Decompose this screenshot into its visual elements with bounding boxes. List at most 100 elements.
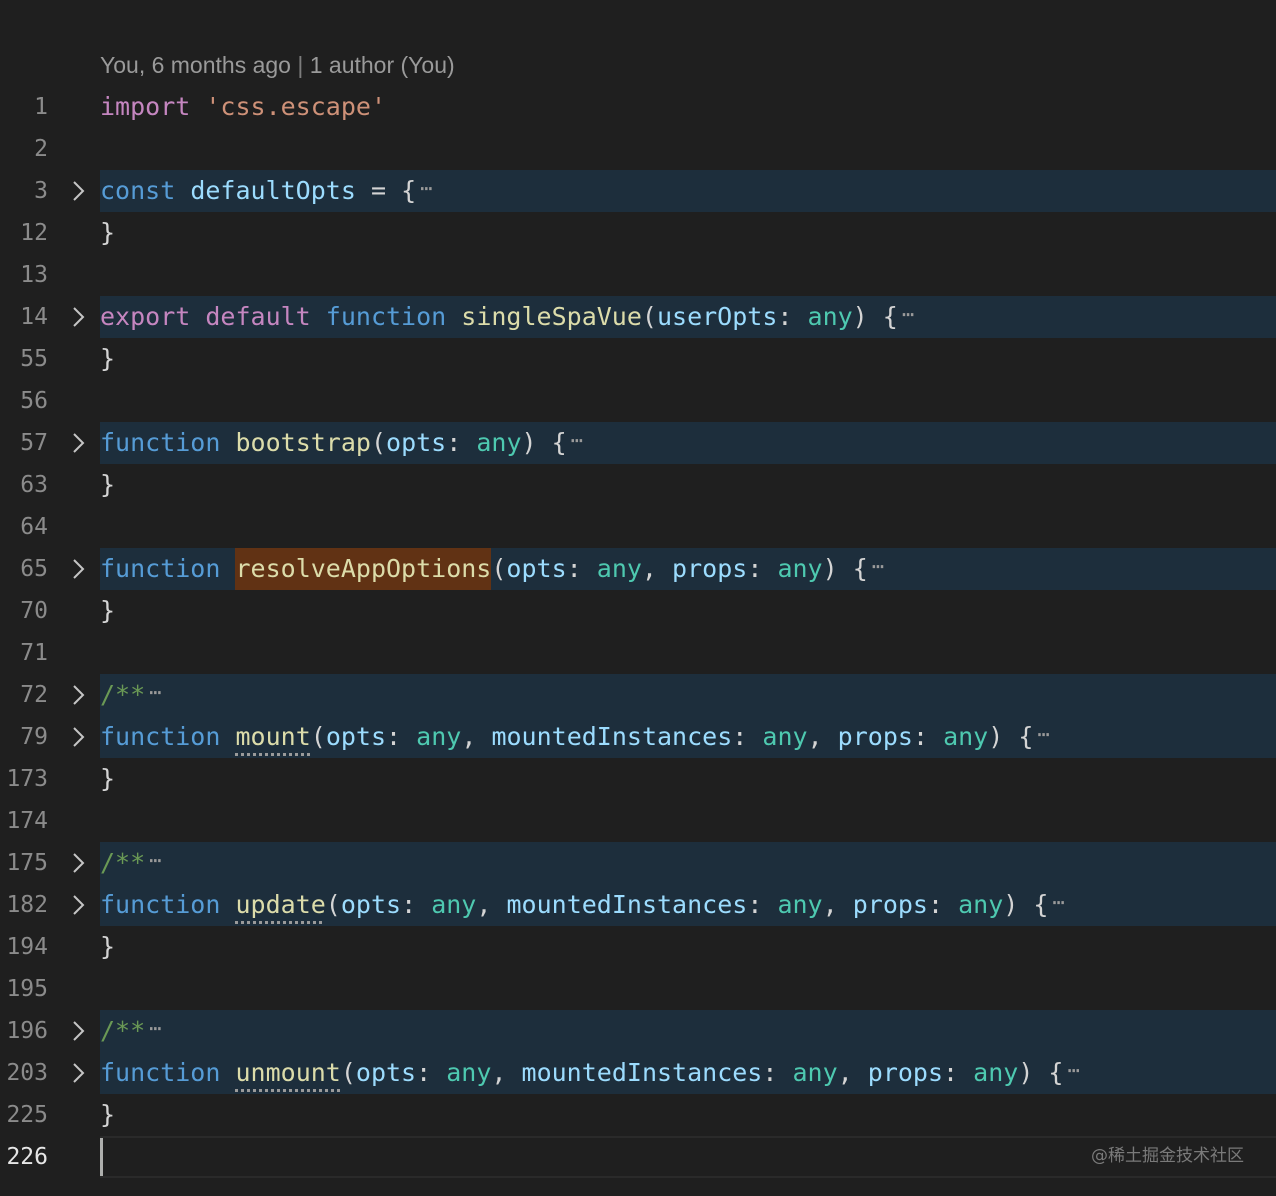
folded-ellipsis[interactable]: ⋯: [149, 1016, 162, 1040]
folded-code-line[interactable]: 72 /** ⋯: [0, 674, 1276, 716]
parameter-token: props: [672, 554, 748, 583]
chevron-right-icon[interactable]: [66, 884, 90, 926]
code-line[interactable]: 174: [0, 800, 1276, 842]
function-name-token: bootstrap: [235, 428, 371, 457]
chevron-right-icon[interactable]: [66, 674, 90, 716]
punctuation-token: :: [747, 890, 763, 919]
code-line[interactable]: 55 }: [0, 338, 1276, 380]
folded-ellipsis[interactable]: ⋯: [571, 428, 584, 452]
punctuation-token: :: [732, 722, 748, 751]
keyword-token: function: [100, 554, 221, 583]
folded-ellipsis[interactable]: ⋯: [872, 554, 885, 578]
chevron-right-icon[interactable]: [66, 422, 90, 464]
folded-ellipsis[interactable]: ⋯: [1052, 890, 1065, 914]
folded-ellipsis[interactable]: ⋯: [149, 848, 162, 872]
folded-ellipsis[interactable]: ⋯: [1037, 722, 1050, 746]
folded-code-line[interactable]: 65 function resolveAppOptions(opts: any,…: [0, 548, 1276, 590]
punctuation-token: (: [641, 302, 657, 331]
line-number: 182: [6, 892, 48, 918]
code-line[interactable]: 194 }: [0, 926, 1276, 968]
punctuation-token: :: [943, 1058, 959, 1087]
code-text: const defaultOpts = {⋯: [100, 170, 433, 212]
punctuation-token: :: [386, 722, 402, 751]
folded-code-line[interactable]: 196 /** ⋯: [0, 1010, 1276, 1052]
line-number: 175: [6, 850, 48, 876]
line-number: 70: [20, 598, 48, 624]
code-line[interactable]: 63 }: [0, 464, 1276, 506]
punctuation-token: (: [370, 428, 387, 457]
code-line[interactable]: 2: [0, 128, 1276, 170]
keyword-token: function: [100, 722, 221, 751]
line-number: 63: [20, 472, 48, 498]
folded-code-line[interactable]: 79 function mount(opts: any, mountedInst…: [0, 716, 1276, 758]
code-text: /** ⋯: [100, 1010, 162, 1052]
punctuation-token: ,: [641, 554, 657, 583]
folded-ellipsis[interactable]: ⋯: [902, 302, 915, 326]
line-number: 3: [34, 178, 48, 204]
punctuation-token: (: [491, 554, 507, 583]
chevron-right-icon[interactable]: [66, 548, 90, 590]
code-editor[interactable]: You, 6 months ago | 1 author (You) 1 imp…: [0, 0, 1276, 1196]
punctuation-token: ) {: [521, 428, 567, 457]
folded-code-line[interactable]: 57 function bootstrap(opts: any) {⋯: [0, 422, 1276, 464]
code-line[interactable]: 173 }: [0, 758, 1276, 800]
comment-token: /**: [100, 848, 146, 877]
code-text: /** ⋯: [100, 842, 162, 884]
code-text: function update(opts: any, mountedInstan…: [100, 884, 1065, 926]
punctuation-token: :: [416, 1058, 432, 1087]
string-token: 'css.escape': [205, 92, 386, 121]
chevron-right-icon[interactable]: [66, 716, 90, 758]
folded-code-line[interactable]: 175 /** ⋯: [0, 842, 1276, 884]
code-text: }: [100, 932, 116, 961]
code-line[interactable]: 225 }: [0, 1094, 1276, 1136]
folded-code-line[interactable]: 3 const defaultOpts = {⋯: [0, 170, 1276, 212]
code-text: }: [100, 344, 116, 373]
function-name-token: update: [235, 890, 326, 919]
parameter-token: opts: [325, 722, 387, 751]
punctuation-token: (: [325, 890, 341, 919]
chevron-right-icon[interactable]: [66, 296, 90, 338]
code-text: }: [100, 596, 116, 625]
codelens-blame[interactable]: You, 6 months ago: [100, 52, 291, 78]
chevron-right-icon[interactable]: [66, 842, 90, 884]
line-number: 226: [6, 1144, 48, 1170]
current-code-line[interactable]: 226: [0, 1136, 1276, 1178]
chevron-right-icon[interactable]: [66, 170, 90, 212]
code-text: }: [100, 218, 116, 247]
punctuation-token: ) {: [822, 554, 868, 583]
punctuation-token: ,: [807, 722, 823, 751]
code-line[interactable]: 64: [0, 506, 1276, 548]
punctuation-token: :: [446, 428, 462, 457]
code-line[interactable]: 1 import 'css.escape': [0, 86, 1276, 128]
code-line[interactable]: 195: [0, 968, 1276, 1010]
codelens-authors[interactable]: 1 author (You): [310, 52, 455, 78]
folded-code-line[interactable]: 203 function unmount(opts: any, mountedI…: [0, 1052, 1276, 1094]
type-token: any: [476, 428, 522, 457]
line-number: 196: [6, 1018, 48, 1044]
chevron-right-icon[interactable]: [66, 1010, 90, 1052]
code-line[interactable]: 12 }: [0, 212, 1276, 254]
folded-code-line[interactable]: 182 function update(opts: any, mountedIn…: [0, 884, 1276, 926]
identifier-token: defaultOpts: [190, 176, 356, 205]
git-blame-codelens[interactable]: You, 6 months ago | 1 author (You): [100, 50, 455, 80]
code-line[interactable]: 13: [0, 254, 1276, 296]
keyword-token: function: [100, 1058, 221, 1087]
code-text: export default function singleSpaVue(use…: [100, 296, 915, 338]
code-line[interactable]: 56: [0, 380, 1276, 422]
folded-ellipsis[interactable]: ⋯: [1067, 1058, 1080, 1082]
punctuation-token: :: [747, 554, 763, 583]
code-line[interactable]: 70 }: [0, 590, 1276, 632]
chevron-right-icon[interactable]: [66, 1052, 90, 1094]
folded-ellipsis[interactable]: ⋯: [149, 680, 162, 704]
parameter-token: props: [867, 1058, 944, 1087]
code-text: }: [100, 470, 116, 499]
type-token: any: [958, 890, 1004, 919]
comment-token: /**: [100, 680, 146, 709]
type-token: any: [792, 1058, 838, 1087]
folded-ellipsis[interactable]: ⋯: [420, 176, 433, 200]
folded-code-line[interactable]: 14 export default function singleSpaVue(…: [0, 296, 1276, 338]
type-token: any: [596, 554, 642, 583]
punctuation-token: ,: [837, 1058, 853, 1087]
comment-token: /**: [100, 1016, 146, 1045]
code-line[interactable]: 71: [0, 632, 1276, 674]
